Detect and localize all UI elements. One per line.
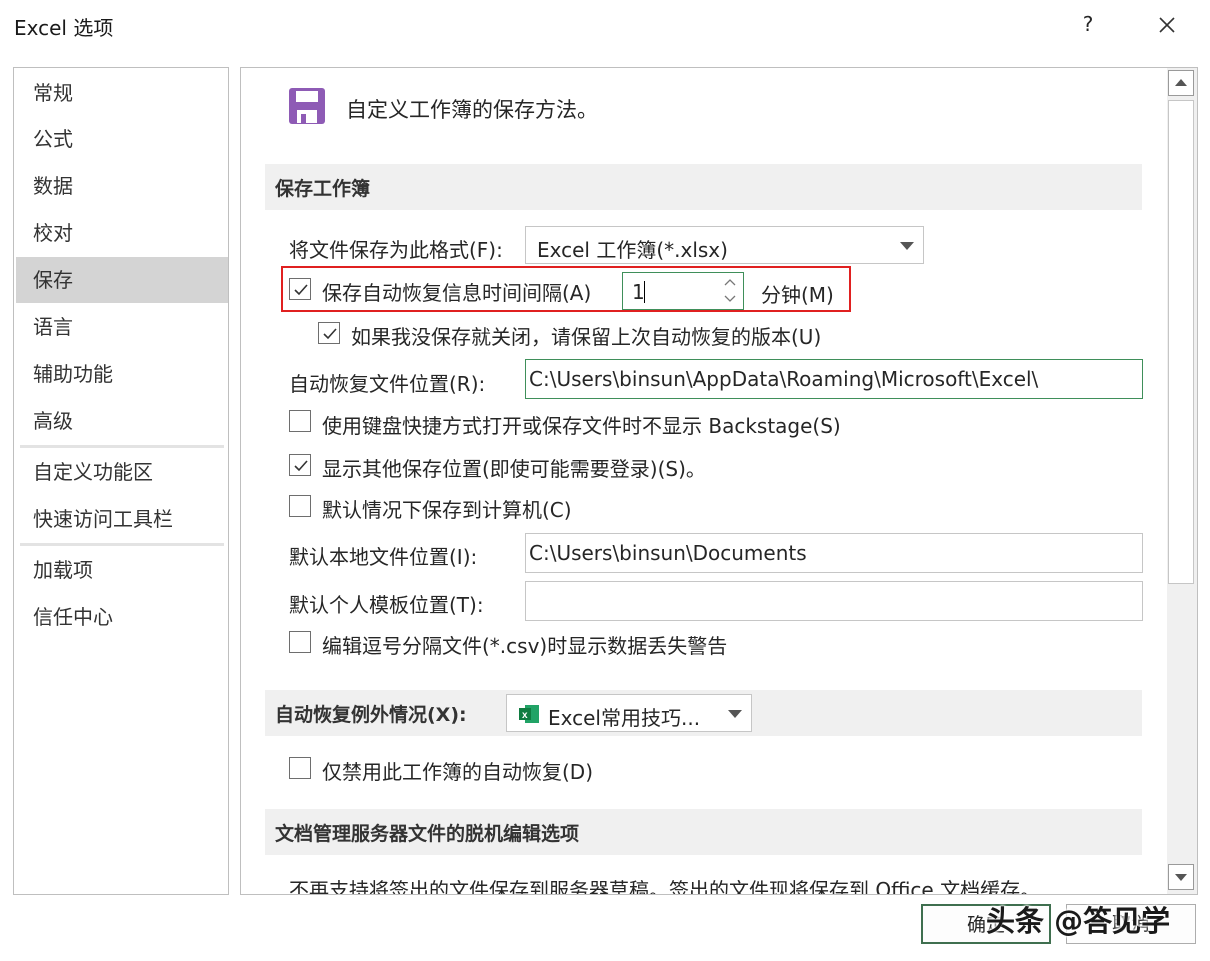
save-format-value: Excel 工作簿(*.xlsx) xyxy=(537,238,728,262)
sidebar-item-quick-access-toolbar[interactable]: 快速访问工具栏 xyxy=(16,496,228,542)
chevron-up-icon xyxy=(724,279,736,286)
exception-workbook-select[interactable]: x Excel常用技巧... xyxy=(506,694,752,732)
svg-text:x: x xyxy=(522,710,528,721)
offline-editing-note: 不再支持将签出的文件保存到服务器草稿。签出的文件现将保存到 Office 文档缓… xyxy=(289,878,1041,895)
save-disk-icon xyxy=(288,87,326,129)
sidebar-divider xyxy=(20,445,224,448)
autorecover-location-label: 自动恢复文件位置(R): xyxy=(289,372,486,396)
sidebar-item-save[interactable]: 保存 xyxy=(16,257,228,303)
scroll-thumb[interactable] xyxy=(1168,100,1194,584)
options-panel: 自定义工作簿的保存方法。 保存工作簿 将文件保存为此格式(F): Excel 工… xyxy=(240,67,1198,895)
checkmark-icon xyxy=(323,328,337,340)
default-local-location-value: C:\Users\binsun\Documents xyxy=(529,541,807,565)
sidebar-nav: 常规 公式 数据 校对 保存 语言 辅助功能 高级 自定义功能区 快速访问工具栏… xyxy=(13,67,229,895)
scroll-down-icon xyxy=(1175,874,1187,881)
excel-icon: x xyxy=(518,704,540,728)
autorecover-location-input[interactable]: C:\Users\binsun\AppData\Roaming\Microsof… xyxy=(525,359,1143,399)
page-heading: 自定义工作簿的保存方法。 xyxy=(346,98,598,122)
checkmark-icon xyxy=(294,460,308,472)
keep-last-version-checkbox[interactable] xyxy=(318,322,340,344)
autorecover-minutes-value: 1 xyxy=(632,280,645,304)
sidebar-item-formulas[interactable]: 公式 xyxy=(16,116,228,162)
default-template-location-input[interactable] xyxy=(525,581,1143,621)
no-backstage-label: 使用键盘快捷方式打开或保存文件时不显示 Backstage(S) xyxy=(322,414,841,438)
no-backstage-checkbox[interactable] xyxy=(289,410,311,432)
sidebar-item-advanced[interactable]: 高级 xyxy=(16,398,228,444)
section-title: 自动恢复例外情况(X): xyxy=(275,704,467,726)
minutes-label: 分钟(M) xyxy=(761,283,834,307)
keep-last-version-label: 如果我没保存就关闭，请保留上次自动恢复的版本(U) xyxy=(351,325,822,349)
sidebar-item-add-ins[interactable]: 加载项 xyxy=(16,547,228,593)
section-header-save-workbook: 保存工作簿 xyxy=(265,164,1142,210)
close-button[interactable] xyxy=(1150,8,1184,42)
save-to-computer-checkbox[interactable] xyxy=(289,495,311,517)
exception-workbook-value: Excel常用技巧... xyxy=(548,706,701,730)
disable-autorecover-label: 仅禁用此工作簿的自动恢复(D) xyxy=(322,760,594,784)
section-title: 保存工作簿 xyxy=(275,178,371,200)
sidebar-item-trust-center[interactable]: 信任中心 xyxy=(16,594,228,640)
save-format-select[interactable]: Excel 工作簿(*.xlsx) xyxy=(525,226,924,264)
save-format-label: 将文件保存为此格式(F): xyxy=(289,238,503,262)
disable-autorecover-checkbox[interactable] xyxy=(289,757,311,779)
dropdown-arrow-icon xyxy=(900,242,914,250)
text-caret xyxy=(644,281,645,303)
autorecover-label: 保存自动恢复信息时间间隔(A) xyxy=(322,281,592,305)
show-other-locations-label: 显示其他保存位置(即使可能需要登录)(S)。 xyxy=(322,457,706,481)
csv-warning-label: 编辑逗号分隔文件(*.csv)时显示数据丢失警告 xyxy=(322,634,728,658)
sidebar-item-customize-ribbon[interactable]: 自定义功能区 xyxy=(16,449,228,495)
scroll-up-icon xyxy=(1175,79,1187,86)
help-button[interactable]: ? xyxy=(1076,12,1100,36)
dropdown-arrow-icon xyxy=(728,710,742,718)
sidebar-item-data[interactable]: 数据 xyxy=(16,163,228,209)
title-bar: Excel 选项 ? xyxy=(0,0,1210,56)
section-header-offline-editing: 文档管理服务器文件的脱机编辑选项 xyxy=(265,809,1142,855)
scroll-down-button[interactable] xyxy=(1168,864,1194,890)
scroll-up-button[interactable] xyxy=(1168,70,1194,96)
default-local-location-label: 默认本地文件位置(I): xyxy=(289,545,478,569)
sidebar-item-proofing[interactable]: 校对 xyxy=(16,210,228,256)
default-local-location-input[interactable]: C:\Users\binsun\Documents xyxy=(525,533,1143,573)
chevron-down-icon xyxy=(724,295,736,302)
sidebar-item-general[interactable]: 常规 xyxy=(16,70,228,116)
autorecover-minutes-spinner[interactable]: 1 xyxy=(622,272,744,310)
close-icon xyxy=(1159,17,1175,33)
checkmark-icon xyxy=(294,284,308,296)
autorecover-checkbox[interactable] xyxy=(289,278,311,300)
autorecover-location-value: C:\Users\binsun\AppData\Roaming\Microsof… xyxy=(529,367,1039,391)
watermark: 头条 @答见学 xyxy=(986,904,1171,938)
section-title: 文档管理服务器文件的脱机编辑选项 xyxy=(275,823,580,845)
vertical-scrollbar[interactable] xyxy=(1167,68,1197,894)
sidebar-divider xyxy=(20,543,224,546)
save-to-computer-label: 默认情况下保存到计算机(C) xyxy=(322,498,572,522)
spin-up-button[interactable] xyxy=(722,274,738,290)
sidebar-item-accessibility[interactable]: 辅助功能 xyxy=(16,351,228,397)
csv-warning-checkbox[interactable] xyxy=(289,631,311,653)
default-template-location-label: 默认个人模板位置(T): xyxy=(289,593,484,617)
spin-down-button[interactable] xyxy=(722,291,738,307)
show-other-locations-checkbox[interactable] xyxy=(289,454,311,476)
sidebar-item-language[interactable]: 语言 xyxy=(16,304,228,350)
window-title: Excel 选项 xyxy=(14,16,114,40)
